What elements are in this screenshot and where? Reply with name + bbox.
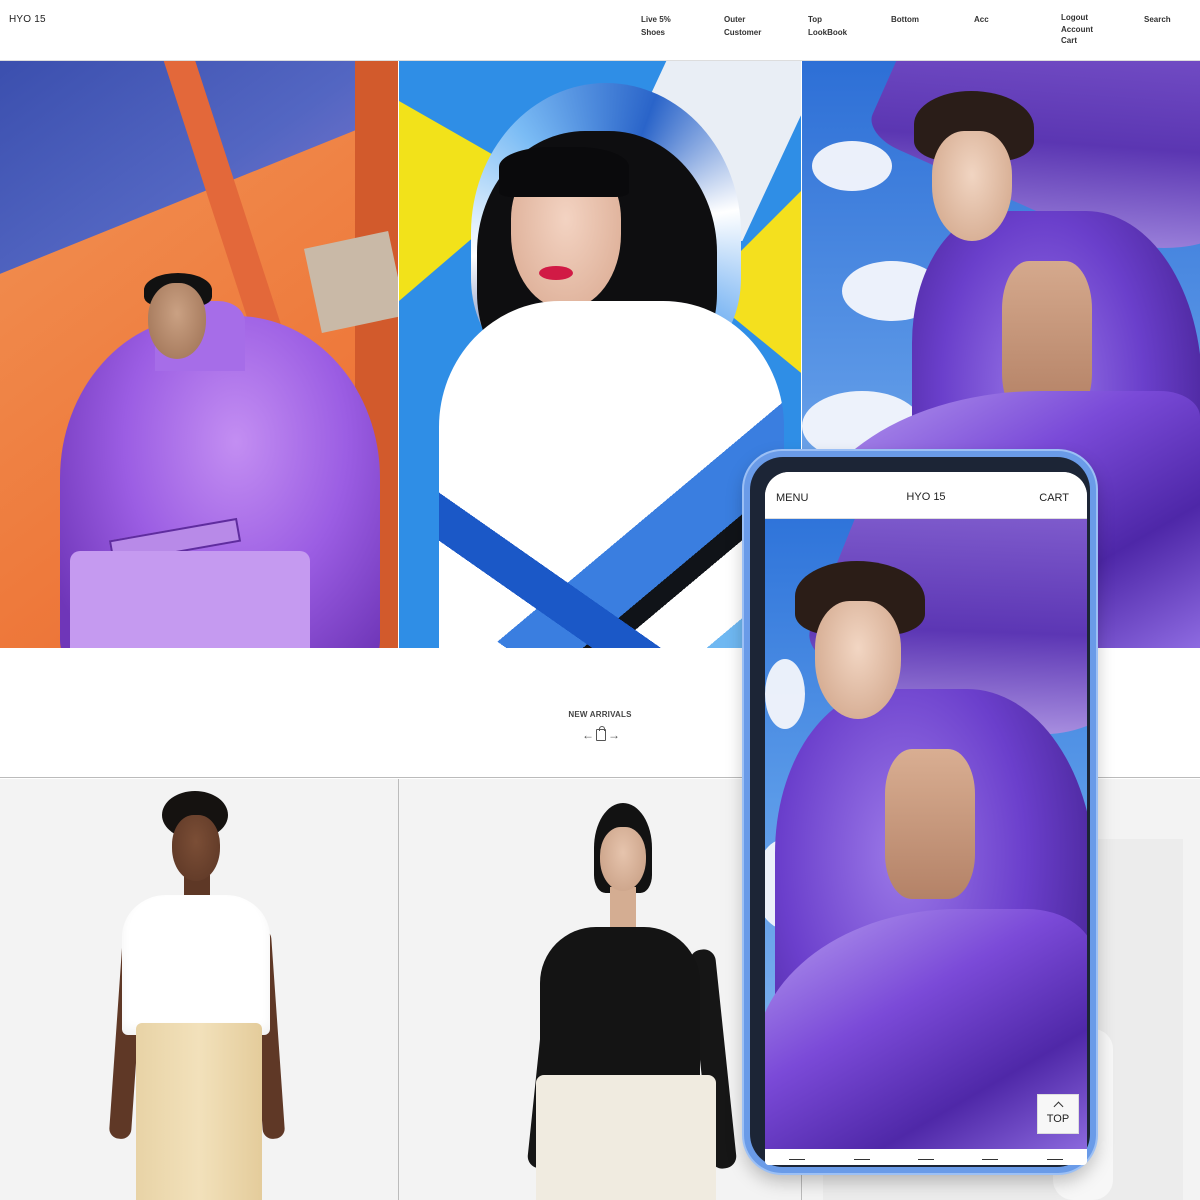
- search-link[interactable]: Search: [1144, 13, 1171, 26]
- shopping-bag-icon: [596, 726, 606, 741]
- brand-logo[interactable]: HYO 15: [9, 14, 46, 25]
- white-tshirt: [122, 895, 270, 1035]
- nav-column-2: Outer Customer: [724, 13, 761, 39]
- phone-screen: MENU HYO 15 CART TOP: [765, 472, 1087, 1165]
- util-links: Logout Account Cart: [1061, 12, 1093, 47]
- top-label: TOP: [1046, 1113, 1070, 1125]
- account-link[interactable]: Account: [1061, 24, 1093, 36]
- cloud: [765, 659, 805, 729]
- nav-link-customer[interactable]: Customer: [724, 26, 761, 39]
- nav-column-1: Live 5% Shoes: [641, 13, 671, 39]
- menu-icon[interactable]: [789, 1159, 806, 1165]
- home-icon[interactable]: [917, 1159, 934, 1165]
- model-face: [172, 815, 220, 881]
- lavender-pants: [70, 551, 310, 648]
- model-face: [148, 283, 206, 359]
- printed-jacket: [439, 301, 784, 648]
- logout-link[interactable]: Logout: [1061, 12, 1093, 24]
- arrow-left-icon[interactable]: ←: [582, 728, 594, 742]
- nav-link-live[interactable]: Live 5%: [641, 13, 671, 26]
- nav-link-shoes[interactable]: Shoes: [641, 26, 671, 39]
- nav-column-3: Top LookBook: [808, 13, 847, 39]
- phone-bezel: MENU HYO 15 CART TOP: [750, 457, 1090, 1167]
- mobile-tab-bar: [765, 1149, 1087, 1165]
- nav-column-5: Acc: [974, 13, 989, 26]
- model-neck: [610, 887, 636, 931]
- product-card[interactable]: [400, 779, 802, 1200]
- arrow-right-icon[interactable]: →: [608, 728, 620, 742]
- mobile-header: MENU HYO 15 CART: [765, 472, 1087, 519]
- nav-column-4: Bottom: [891, 13, 919, 26]
- hero-image-orange-building[interactable]: [0, 61, 398, 648]
- model-lips: [539, 266, 573, 280]
- nav-link-acc[interactable]: Acc: [974, 13, 989, 26]
- nav-link-top[interactable]: Top: [808, 13, 847, 26]
- chevron-up-icon: [1053, 1101, 1063, 1112]
- cloud: [812, 141, 892, 191]
- nav-link-lookbook[interactable]: LookBook: [808, 26, 847, 39]
- beige-trousers: [136, 1023, 262, 1200]
- concrete-block: [303, 230, 398, 334]
- nav-link-outer[interactable]: Outer: [724, 13, 761, 26]
- scroll-top-button[interactable]: TOP: [1037, 1094, 1079, 1134]
- site-header: HYO 15 Live 5% Shoes Outer Customer Top …: [0, 0, 1200, 61]
- model-bangs: [499, 147, 629, 197]
- phone-mockup: MENU HYO 15 CART TOP: [744, 451, 1096, 1173]
- search-icon[interactable]: [853, 1159, 870, 1165]
- model-face: [600, 827, 646, 891]
- black-longsleeve: [540, 927, 700, 1087]
- nav-link-bottom[interactable]: Bottom: [891, 13, 919, 26]
- hero-image-geometric-print[interactable]: [399, 61, 801, 648]
- search-column: Search: [1144, 13, 1171, 26]
- cream-skirt: [536, 1075, 716, 1200]
- mobile-cart-button[interactable]: CART: [1039, 492, 1069, 504]
- carousel-controls: ← →: [582, 726, 620, 742]
- mobile-hero-image[interactable]: [765, 519, 1087, 1149]
- model-face: [932, 131, 1012, 241]
- user-icon[interactable]: [1046, 1159, 1063, 1165]
- bag-icon[interactable]: [982, 1159, 999, 1165]
- model-chest: [885, 749, 975, 899]
- model-face: [815, 601, 901, 719]
- cart-link[interactable]: Cart: [1061, 35, 1093, 47]
- product-card[interactable]: [0, 779, 399, 1200]
